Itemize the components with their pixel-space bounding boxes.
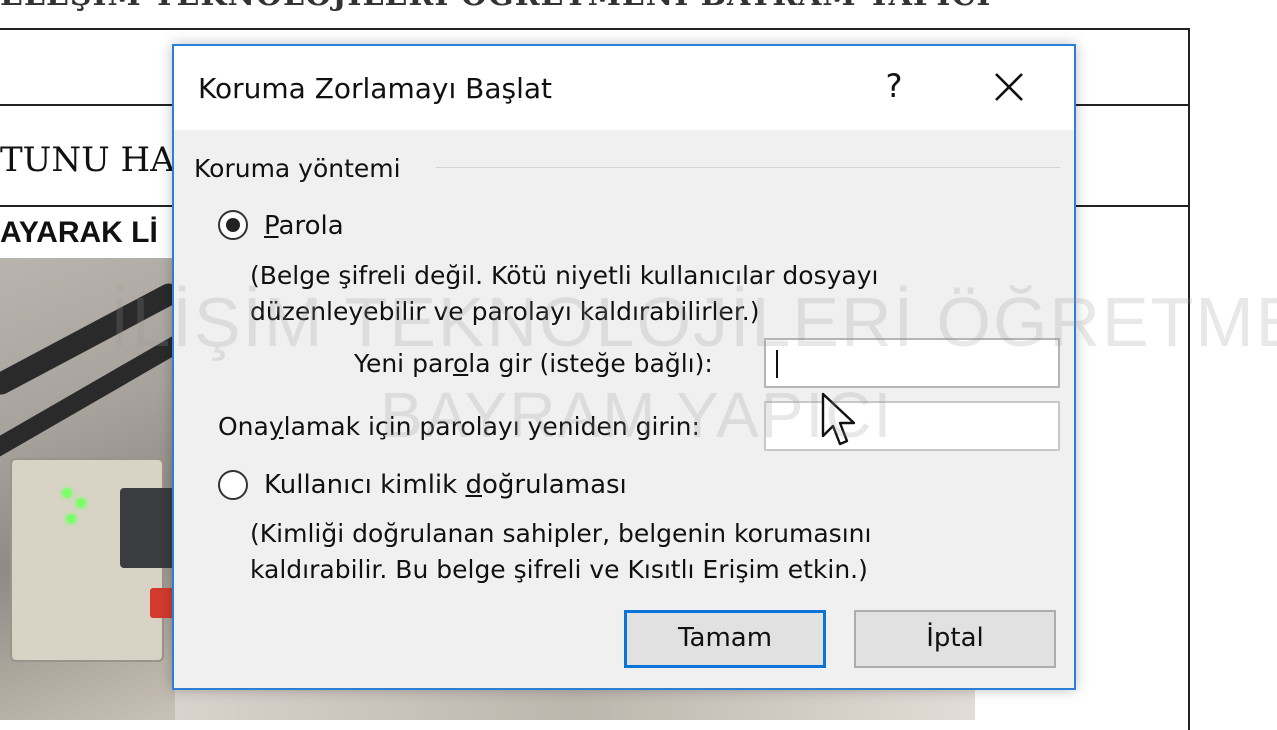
robot-photo-bottom: [175, 690, 975, 720]
ok-button[interactable]: Tamam: [624, 610, 826, 668]
accelerator-key: d: [465, 470, 482, 500]
group-divider: [436, 167, 1060, 168]
close-button[interactable]: [984, 62, 1034, 112]
protection-method-group-label: Koruma yöntemi: [194, 154, 401, 183]
label-text: lamak için parolayı yeniden girin:: [283, 412, 700, 441]
confirm-password-label: Onaylamak için parolayı yeniden girin:: [218, 412, 700, 441]
new-password-label: Yeni parola gir (isteğe bağlı):: [354, 349, 713, 378]
close-x-icon: [995, 73, 1023, 101]
label-text: la gir (isteğe bağlı):: [468, 349, 713, 378]
document-cell-text: TUNU HAS: [0, 140, 199, 180]
new-password-input[interactable]: [764, 338, 1060, 388]
accelerator-key: y: [268, 412, 284, 441]
photo-screen: [120, 488, 175, 568]
description-line: düzenleyebilir ve parolayı kaldırabilirl…: [250, 297, 760, 326]
photo-led: [76, 498, 86, 508]
confirm-password-input[interactable]: [764, 401, 1060, 451]
photo-cable: [0, 331, 175, 463]
dialog-titlebar: Koruma Zorlamayı Başlat ?: [174, 46, 1074, 130]
password-description: (Belge şifreli değil. Kötü niyetli kulla…: [250, 258, 878, 330]
help-button[interactable]: ?: [874, 64, 914, 108]
description-line: kaldırabilir. Bu belge şifreli ve Kısıtl…: [250, 555, 868, 584]
password-radio-label[interactable]: Parola: [264, 211, 344, 241]
mouse-pointer-icon: [821, 392, 856, 446]
document-cell-text: AYARAK Lİ: [0, 216, 158, 249]
label-text: Kullanıcı kimlik: [264, 470, 466, 500]
robot-photo: [0, 258, 175, 720]
accelerator-key: o: [453, 349, 469, 378]
user-authentication-description: (Kimliği doğrulanan sahipler, belgenin k…: [250, 516, 871, 588]
description-line: (Kimliği doğrulanan sahipler, belgenin k…: [250, 519, 872, 548]
accelerator-key: P: [264, 211, 279, 241]
photo-led: [62, 488, 72, 498]
label-text: oğrulaması: [482, 470, 627, 500]
cancel-button[interactable]: İptal: [854, 610, 1056, 668]
label-text: arola: [278, 211, 344, 241]
photo-cable: [0, 279, 175, 399]
user-authentication-radio[interactable]: [218, 470, 248, 500]
dialog-title: Koruma Zorlamayı Başlat: [198, 72, 553, 105]
start-enforcing-protection-dialog: Koruma Zorlamayı Başlat ? Koruma yöntemi…: [172, 44, 1076, 690]
password-radio[interactable]: [218, 210, 248, 240]
description-line: (Belge şifreli değil. Kötü niyetli kulla…: [250, 261, 879, 290]
document-heading: ELEŞİM TEKNOLOJİLERİ ÖĞRETMENİ BAYRAM YA…: [0, 0, 991, 13]
user-authentication-radio-label[interactable]: Kullanıcı kimlik doğrulaması: [264, 470, 627, 500]
label-text: Yeni par: [354, 349, 453, 378]
photo-led: [66, 514, 76, 524]
text-caret: [776, 350, 778, 378]
label-text: Ona: [218, 412, 269, 441]
